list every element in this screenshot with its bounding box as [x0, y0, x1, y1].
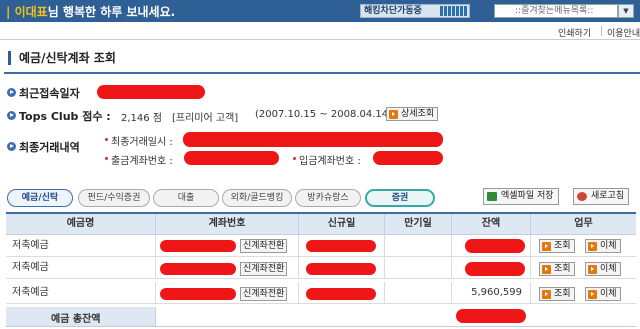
tops-period: (2007.10.15 ~ 2008.04.14)	[255, 109, 393, 120]
tab-bancassurance[interactable]: 방카슈랑스	[295, 189, 361, 207]
favorites-select[interactable]: ::즐겨찾는메뉴목록::	[494, 4, 618, 18]
redacted-value	[160, 288, 236, 300]
redacted-value	[373, 151, 443, 165]
redacted-value	[97, 85, 205, 99]
excel-icon	[487, 192, 497, 201]
redacted-value	[306, 263, 376, 275]
top-bar: | 이대표님 행복한 하루 보내세요. 해킹차단가동중 ::즐겨찾는메뉴목록::…	[0, 0, 640, 22]
favorites-dropdown-button[interactable]: ▼	[618, 4, 634, 18]
last-tx-datetime-label: 최종거래일시 :	[111, 137, 173, 148]
balance-value: 5,960,599	[452, 282, 531, 304]
transfer-button[interactable]: 이체	[585, 287, 621, 301]
title-divider	[4, 72, 640, 74]
total-balance-value-cell	[156, 307, 636, 327]
account-name: 저축예금	[6, 257, 156, 279]
dot-icon	[293, 157, 296, 160]
tab-securities[interactable]: 증권	[365, 189, 435, 207]
transfer-button[interactable]: 이체	[585, 239, 621, 253]
tops-score: 2,146 점	[121, 113, 163, 124]
tops-club-label: Tops Club 점수 :	[19, 110, 111, 123]
page-title: 예금/신탁계좌 조회	[8, 51, 116, 65]
column-header-open-date: 신규일	[299, 214, 385, 235]
withdraw-account-label: 출금계좌번호 :	[111, 156, 173, 167]
redacted-value	[456, 309, 526, 323]
guide-link[interactable]: 이용안내	[607, 26, 640, 39]
column-header-account-name: 예금명	[6, 214, 156, 235]
account-name: 저축예금	[6, 282, 156, 304]
view-button[interactable]: 조회	[539, 287, 575, 301]
view-button[interactable]: 조회	[539, 239, 575, 253]
tops-grade: [프리미어 고객]	[172, 113, 239, 124]
arrow-icon	[389, 110, 398, 119]
detail-view-button[interactable]: 상세조회	[386, 107, 439, 121]
tab-loan[interactable]: 대출	[153, 189, 219, 207]
redacted-value	[160, 240, 236, 252]
arrow-icon	[542, 242, 551, 251]
transfer-button[interactable]: 이체	[585, 262, 621, 276]
user-name: 이대표	[14, 5, 48, 19]
dot-icon	[105, 138, 108, 141]
total-balance-label: 예금 총잔액	[51, 314, 101, 325]
convert-account-button[interactable]: 신계좌전환	[240, 287, 288, 301]
bullet-arrow-icon	[7, 111, 16, 120]
arrow-icon	[542, 265, 551, 274]
redacted-value	[183, 132, 443, 147]
convert-account-button[interactable]: 신계좌전환	[240, 239, 288, 253]
last-transaction-label: 최종거래내역	[19, 141, 80, 154]
convert-account-button[interactable]: 신계좌전환	[240, 262, 288, 276]
column-header-maturity-date: 만기일	[385, 214, 452, 235]
bullet-arrow-icon	[7, 88, 16, 97]
redacted-value	[184, 151, 279, 165]
column-header-account-number: 계좌번호	[156, 214, 299, 235]
greeting-text: 님 행복한 하루 보내세요.	[47, 5, 176, 19]
arrow-icon	[588, 242, 597, 251]
column-header-action: 업무	[531, 214, 636, 235]
utility-bar: 인쇄하기 이용안내	[0, 22, 640, 40]
column-header-balance: 잔액	[452, 214, 531, 235]
maturity-date-cell	[385, 257, 452, 279]
security-meter-icon	[440, 6, 468, 16]
bullet-arrow-icon	[7, 142, 16, 151]
arrow-icon	[588, 265, 597, 274]
tab-forex-gold[interactable]: 외화/골드뱅킹	[222, 189, 292, 207]
arrow-icon	[588, 290, 597, 299]
print-link[interactable]: 인쇄하기	[558, 26, 591, 39]
maturity-date-cell	[385, 235, 452, 257]
refresh-icon	[577, 192, 587, 201]
account-name: 저축예금	[6, 235, 156, 257]
deposit-account-label: 입금계좌번호 :	[299, 156, 361, 167]
redacted-value	[306, 240, 376, 252]
view-button[interactable]: 조회	[539, 262, 575, 276]
maturity-date-cell	[385, 282, 452, 304]
dot-icon	[105, 157, 108, 160]
tab-deposit-trust[interactable]: 예금/신탁	[7, 189, 73, 207]
refresh-button[interactable]: 새로고침	[573, 188, 630, 205]
excel-save-button[interactable]: 엑셀파일 저장	[483, 188, 559, 205]
redacted-value	[465, 262, 525, 276]
security-status: 해킹차단가동중	[360, 4, 470, 18]
greeting: | 이대표님 행복한 하루 보내세요.	[6, 5, 176, 19]
tab-fund[interactable]: 펀드/수익증권	[78, 189, 150, 207]
redacted-value	[160, 263, 236, 275]
redacted-value	[465, 239, 525, 253]
divider	[601, 26, 602, 36]
arrow-icon	[542, 290, 551, 299]
redacted-value	[306, 288, 376, 300]
recent-access-label: 최근접속일자	[19, 87, 80, 100]
total-balance-row: 예금 총잔액	[6, 307, 156, 327]
